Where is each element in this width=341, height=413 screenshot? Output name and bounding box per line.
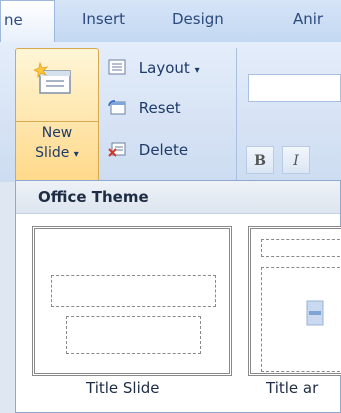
bold-label: B (254, 153, 266, 169)
tab-animations-label: Anir (293, 10, 324, 28)
tab-animations[interactable]: Anir (293, 10, 323, 28)
reset-button[interactable]: Reset (108, 96, 181, 120)
tab-home-label: ne (4, 11, 23, 29)
new-slide-label-line1: New (41, 125, 73, 141)
content-icon (306, 300, 324, 326)
title-placeholder (51, 275, 216, 307)
chevron-down-icon: ▾ (194, 65, 200, 76)
bold-button[interactable]: B (246, 146, 274, 174)
reset-icon (108, 100, 126, 115)
tab-design-label: Design (172, 10, 224, 28)
new-slide-label-line2: Slide (35, 145, 70, 161)
new-slide-button-top[interactable] (16, 49, 98, 122)
subtitle-placeholder (66, 316, 201, 354)
new-slide-icon (34, 61, 71, 94)
delete-icon (108, 142, 126, 157)
layout-button[interactable]: Layout ▾ (108, 56, 200, 80)
tab-home[interactable]: ne (0, 0, 55, 42)
layout-icon (108, 59, 126, 75)
gallery-header: Office Theme (16, 181, 340, 214)
tab-design[interactable]: Design (172, 10, 224, 28)
font-name-box[interactable] (248, 74, 341, 102)
italic-label: I (293, 153, 299, 169)
tab-insert-label: Insert (82, 10, 126, 28)
new-slide-label[interactable]: New Slide ▾ (16, 123, 98, 165)
delete-button[interactable]: Delete (108, 138, 188, 162)
new-slide-layout-gallery: Office Theme Title Slide Title ar (15, 180, 341, 413)
layout-thumb-title-and-content[interactable] (248, 226, 341, 376)
ribbon-tab-bar: ne Insert Design Anir (0, 0, 341, 43)
chevron-down-icon: ▾ (73, 149, 79, 160)
delete-label: Delete (138, 141, 189, 159)
tab-insert[interactable]: Insert (82, 10, 125, 28)
layout-thumb-title-slide[interactable] (32, 226, 232, 376)
reset-label: Reset (138, 99, 181, 117)
layout-label-title-and-content: Title ar (266, 379, 319, 397)
title-placeholder (261, 239, 341, 257)
layout-label-title-slide: Title Slide (86, 379, 160, 397)
new-slide-button[interactable]: New Slide ▾ (15, 48, 99, 182)
italic-button[interactable]: I (282, 146, 310, 174)
layout-label: Layout (138, 59, 190, 77)
content-placeholder (261, 267, 341, 372)
left-panel-sliver (0, 182, 15, 413)
